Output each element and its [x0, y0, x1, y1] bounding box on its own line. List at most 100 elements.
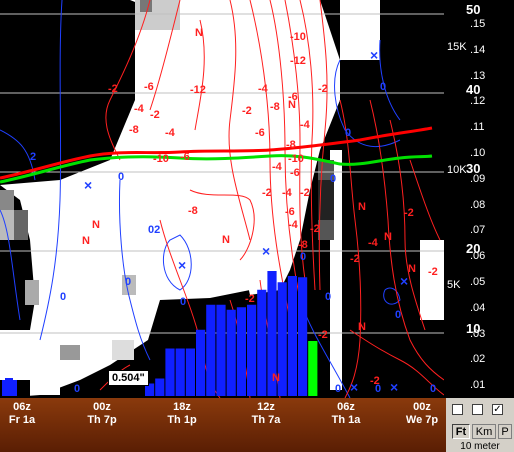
red-contour-label: -8 [188, 205, 198, 217]
precip-bar [287, 276, 297, 396]
time-axis[interactable]: 06z Fr 1a 00z Th 7p 18z Th 1p 12z Th 7a 06z Th 1a… [0, 398, 446, 452]
control-panel: ✓ Ft Km P 10 meter [446, 398, 514, 452]
red-contour-label: -8 [270, 101, 280, 113]
red-contour-label: -4 [288, 219, 299, 231]
precip-bar [206, 304, 216, 396]
n-marker: N [195, 27, 203, 39]
value-tooltip: 0.504" [108, 370, 149, 386]
precip-bar [196, 329, 206, 396]
option-checkbox-3[interactable]: ✓ [492, 404, 503, 415]
red-contour-label: -2 [108, 83, 118, 95]
red-contour-label: -2 [310, 223, 320, 235]
option-checkbox-1[interactable] [452, 404, 463, 415]
time-tick-hour: 00z [413, 401, 431, 413]
time-tick-hour: 06z [337, 401, 355, 413]
time-tick: 06z Fr 1a [0, 401, 44, 427]
blue-contour-label: 0 [180, 296, 186, 308]
red-contour-label: -4 [134, 103, 145, 115]
scale-label: .04 [470, 301, 486, 314]
scale-label: .07 [470, 224, 486, 237]
blue-contour-label: 0 [380, 81, 386, 93]
blue-contour-label: 02 [148, 224, 160, 236]
blue-contour-label: 0 [335, 383, 341, 395]
n-marker: N [384, 231, 392, 243]
n-marker: N [222, 234, 230, 246]
x-marker: × [262, 243, 270, 259]
precip-bar [298, 277, 308, 396]
red-contour-label: -2 [262, 187, 272, 199]
precip-bar [247, 304, 257, 396]
time-tick-hour: 00z [93, 401, 111, 413]
red-contour-label: -6 [285, 206, 295, 218]
blue-contour-label: 0 [125, 276, 131, 288]
precip-bar [165, 348, 175, 396]
red-contour-label: -4 [282, 187, 293, 199]
scale-label: .05 [470, 276, 486, 288]
x-marker: × [370, 47, 378, 63]
red-contour-label: -2 [242, 105, 252, 117]
option-checkbox-2[interactable] [472, 404, 483, 415]
scale-label: .08 [470, 198, 486, 211]
right-axis: 50 40 30 20 10.15.14.13.12.11.10.09.08.07.06… [444, 0, 514, 398]
time-tick: 18z Th 1p [160, 401, 204, 427]
blue-contour-label: 0 [118, 171, 124, 183]
red-contour-label: -6 [180, 151, 190, 163]
x-marker: × [84, 177, 92, 193]
red-contour-label: -10 [153, 153, 169, 165]
red-contour-label: -2 [350, 253, 360, 265]
red-contour-label: -2 [428, 266, 438, 278]
red-contour-label: -12 [290, 55, 306, 67]
unit-ft-button[interactable]: Ft [452, 424, 470, 439]
blue-contour-label: 0 [300, 251, 306, 263]
n-marker: N [288, 99, 296, 111]
red-contour-label: -2 [300, 187, 310, 199]
scale-label: .01 [470, 379, 486, 392]
meteogram-svg: -2-4-6-8-10-12-2-4-6-8-2-4-6-8-10-12-4-6… [0, 0, 444, 398]
blue-contour-label: 0 [330, 173, 336, 185]
blue-contour-label: 0 [395, 309, 401, 321]
precip-bar [257, 289, 267, 396]
red-contour-label: -8 [298, 239, 308, 251]
precip-bar [185, 348, 195, 396]
precip-bar [216, 304, 226, 396]
scale-label: .14 [470, 43, 486, 56]
blue-contour-label: 0 [325, 291, 331, 303]
blue-contour-label: 0 [430, 383, 436, 395]
red-contour-label: -4 [272, 161, 283, 173]
red-contour-label: -12 [190, 84, 206, 96]
red-contour-label: -4 [165, 127, 176, 139]
meteogram-plot[interactable]: -2 -4 -6 -8 -10 -12 -2 -4 -6 -8 -2 -4 -6 -8 -10 -12 -4 -6… [0, 0, 444, 398]
time-tick: 12z Th 7a [244, 401, 288, 427]
time-tick: 00z Th 7p [80, 401, 124, 427]
unit-km-button[interactable]: Km [472, 424, 496, 439]
unit-p-button[interactable]: P [498, 424, 512, 439]
red-contour-label: -6 [255, 127, 265, 139]
red-contour-label: -2 [318, 329, 328, 341]
precip-bar [155, 378, 165, 396]
blue-contour-label: 0 [345, 127, 351, 139]
red-contour-label: -2 [245, 293, 255, 305]
time-tick-day: Th 1a [331, 414, 361, 426]
x-marker: × [350, 379, 358, 395]
n-marker: N [82, 235, 90, 247]
time-tick-hour: 06z [13, 401, 31, 413]
x-marker: × [400, 273, 408, 289]
altitude-label: 50 [466, 2, 481, 17]
scale-label: .15 [470, 18, 486, 30]
scale-label: .02 [470, 353, 486, 366]
n-marker: N [92, 219, 100, 231]
time-tick: 06z Th 1a [324, 401, 368, 427]
time-tick-day: We 7p [405, 414, 439, 426]
time-tick-day: Th 7p [87, 414, 117, 426]
height-k-label: 5K [447, 279, 461, 291]
red-contour-label: -2 [318, 83, 328, 95]
scale-label: .10 [470, 147, 486, 159]
blue-contour-label: 2 [30, 151, 36, 163]
red-contour-label: -6 [290, 167, 300, 179]
precip-bar [175, 348, 185, 396]
red-contour-label: -2 [150, 109, 160, 121]
scale-label: .13 [470, 69, 486, 82]
red-contour-label: -10 [288, 153, 304, 165]
height-level-label: 10 meter [460, 441, 500, 452]
scale-label: .11 [470, 121, 485, 134]
